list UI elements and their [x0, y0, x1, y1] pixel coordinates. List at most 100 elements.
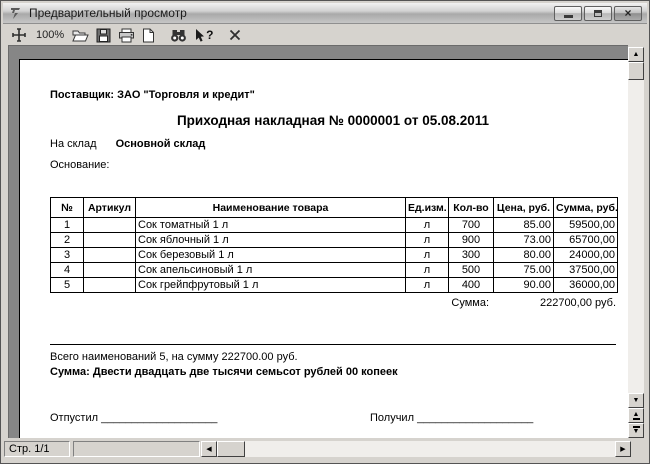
next-page-button[interactable]: ▼: [628, 423, 644, 438]
arrow-right-icon: ▶: [620, 445, 626, 453]
divider-line: [50, 344, 616, 345]
released-signature-line: ___________________: [101, 412, 218, 424]
cell: 80.00: [493, 247, 554, 263]
cell: 24000,00: [553, 247, 618, 263]
document-title: Приходная накладная № 0000001 от 05.08.2…: [176, 113, 490, 128]
page-indicator: Стр. 1/1: [4, 441, 70, 457]
cell: 90.00: [493, 277, 554, 293]
find-binoculars-icon: [171, 29, 187, 42]
arrow-down-icon: ▼: [632, 397, 640, 404]
table-row: 3 Сок березовый 1 л л 300 80.00 24000,00: [50, 247, 618, 263]
scroll-right-button[interactable]: ▶: [615, 441, 631, 457]
page-up-icon: ▲: [632, 411, 640, 418]
open-folder-icon: [72, 30, 89, 41]
print-button[interactable]: [118, 26, 135, 44]
arrow-left-icon: ◀: [206, 445, 212, 453]
cell: 2: [50, 232, 84, 248]
table-row: 5 Сок грейпфрутовый 1 л л 400 90.00 3600…: [50, 277, 618, 293]
total-value: 222700,00 руб.: [539, 297, 616, 309]
cell: 1: [50, 217, 84, 233]
zoom-cursor-icon: [12, 28, 26, 42]
col-header-sum: Сумма, руб.: [553, 197, 618, 218]
cell: Сок яблочный 1 л: [135, 232, 406, 248]
status-bar: Стр. 1/1 ◀ ▶: [4, 438, 648, 459]
cell: 65700,00: [553, 232, 618, 248]
items-summary-line: Всего наименований 5, на сумму 222700.00…: [50, 351, 298, 363]
col-header-qty: Кол-во: [448, 197, 494, 218]
cell: 5: [50, 277, 84, 293]
items-table: № Артикул Наименование товара Ед.изм. Ко…: [50, 197, 618, 293]
open-button[interactable]: [72, 26, 89, 44]
new-document-icon: [143, 28, 155, 42]
preview-viewport: Поставщик: ЗАО "Торговля и кредит" Прихо…: [8, 45, 628, 438]
close-button[interactable]: ×: [614, 5, 642, 21]
basis-label: Основание:: [50, 159, 110, 171]
scroll-up-button[interactable]: ▲: [628, 47, 644, 62]
table-row: 4 Сок апельсиновый 1 л л 500 75.00 37500…: [50, 262, 618, 278]
cell: 3: [50, 247, 84, 263]
cell: 300: [448, 247, 494, 263]
table-header-row: № Артикул Наименование товара Ед.изм. Ко…: [50, 197, 618, 218]
help-arrow-icon: [196, 28, 205, 42]
close-preview-button[interactable]: [228, 26, 242, 44]
zoom-tool-button[interactable]: [12, 26, 26, 44]
window-title: Предварительный просмотр: [29, 6, 187, 20]
col-header-name: Наименование товара: [135, 197, 406, 218]
cell: [83, 262, 136, 278]
close-preview-icon: [230, 29, 241, 41]
cell: Сок апельсиновый 1 л: [135, 262, 406, 278]
cell: 59500,00: [553, 217, 618, 233]
cell: л: [405, 262, 449, 278]
horizontal-scroll-thumb[interactable]: [217, 441, 245, 457]
context-help-button[interactable]: ?: [194, 26, 213, 44]
cell: л: [405, 217, 449, 233]
cell: [83, 217, 136, 233]
new-document-button[interactable]: [142, 26, 155, 44]
cell: 4: [50, 262, 84, 278]
horizontal-scrollbar[interactable]: ◀ ▶: [201, 441, 631, 457]
page-up-bar: [632, 418, 640, 420]
previous-page-button[interactable]: ▲: [628, 408, 644, 423]
print-icon: [119, 28, 135, 42]
cell: 700: [448, 217, 494, 233]
cell: л: [405, 277, 449, 293]
app-icon: [8, 6, 23, 21]
help-question-mark: ?: [206, 28, 214, 42]
document-page: Поставщик: ЗАО "Торговля и кредит" Прихо…: [19, 59, 628, 438]
restore-icon: [594, 9, 602, 17]
released-by: Отпустил ___________________: [50, 412, 217, 424]
cell: 37500,00: [553, 262, 618, 278]
cell: 500: [448, 262, 494, 278]
vertical-scrollbar[interactable]: ▲ ▼ ▲ ▼: [628, 47, 644, 438]
minimize-icon: [563, 14, 573, 18]
warehouse-label: На склад: [50, 138, 97, 150]
document-content: Поставщик: ЗАО "Торговля и кредит" Прихо…: [50, 60, 618, 427]
page-down-icon: ▼: [632, 428, 640, 435]
table-row: 2 Сок яблочный 1 л л 900 73.00 65700,00: [50, 232, 618, 248]
received-signature-line: ___________________: [417, 412, 534, 424]
zoom-level: 100%: [36, 29, 65, 41]
vertical-scroll-thumb[interactable]: [628, 62, 644, 80]
title-bar[interactable]: Предварительный просмотр ×: [3, 3, 647, 24]
warehouse-line: На склад Основной склад: [50, 138, 616, 151]
window-controls: ×: [554, 5, 642, 21]
save-button[interactable]: [96, 26, 111, 44]
cell: 75.00: [493, 262, 554, 278]
toolbar: 100% ?: [4, 25, 646, 45]
scroll-down-button[interactable]: ▼: [628, 393, 644, 408]
scroll-left-button[interactable]: ◀: [201, 441, 217, 457]
restore-button[interactable]: [584, 5, 612, 21]
col-header-price: Цена, руб.: [493, 197, 554, 218]
warehouse-value: Основной склад: [115, 138, 206, 150]
cell: 36000,00: [553, 277, 618, 293]
arrow-up-icon: ▲: [632, 51, 640, 58]
find-button[interactable]: [170, 26, 187, 44]
cell: [83, 232, 136, 248]
status-panel: [73, 441, 200, 457]
cell: Сок томатный 1 л: [135, 217, 406, 233]
col-header-unit: Ед.изм.: [405, 197, 449, 218]
released-label: Отпустил: [50, 412, 99, 424]
col-header-article: Артикул: [83, 197, 136, 218]
minimize-button[interactable]: [554, 5, 582, 21]
received-label: Получил: [370, 412, 414, 424]
